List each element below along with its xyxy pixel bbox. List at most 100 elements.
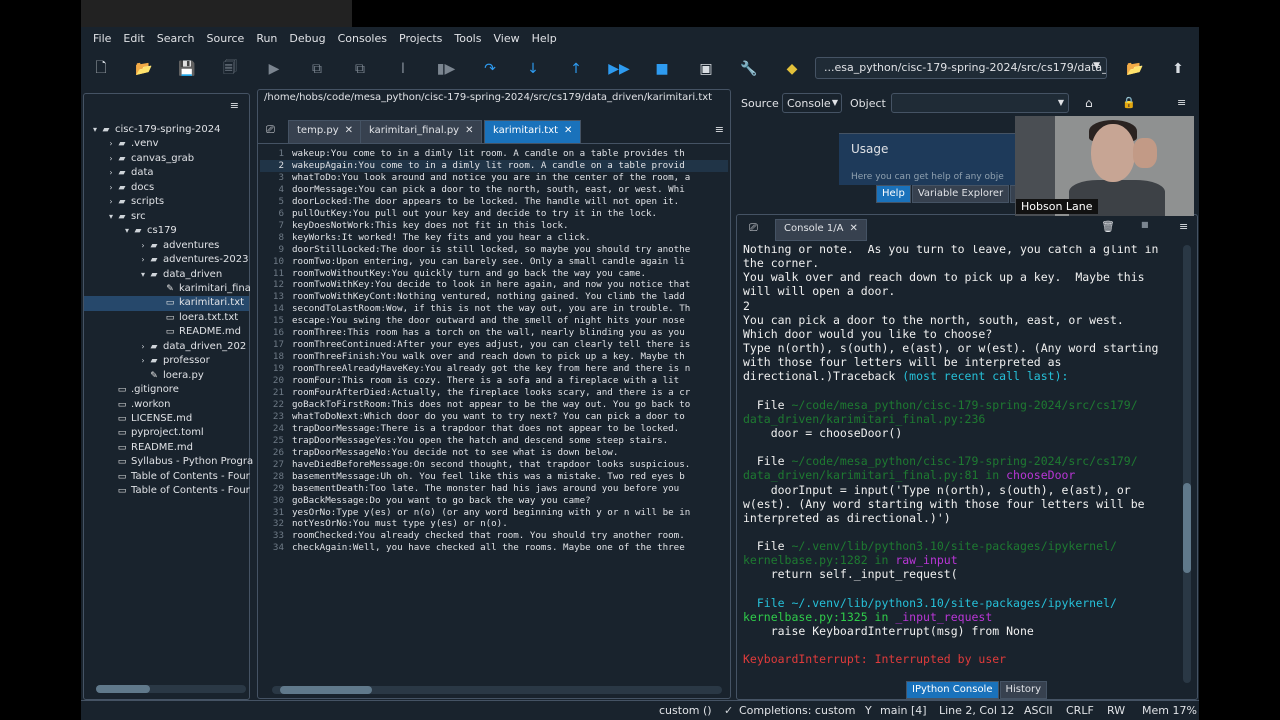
tab-ipython-console[interactable]: IPython Console xyxy=(906,681,999,699)
tree-item[interactable]: › ▰ docs xyxy=(84,181,249,195)
tree-item[interactable]: › ▰ canvas_grab xyxy=(84,152,249,166)
lock-icon[interactable]: 🔒 xyxy=(1122,96,1136,109)
tree-item[interactable]: › ▰ .venv xyxy=(84,137,249,151)
tab-variable-explorer[interactable]: Variable Explorer xyxy=(911,185,1010,203)
chevron-icon[interactable]: › xyxy=(106,181,116,195)
browse-tabs-icon[interactable]: ⎚ xyxy=(749,221,758,235)
maximize-pane-icon[interactable]: ▣ xyxy=(695,58,717,80)
object-input[interactable]: ▼ xyxy=(891,93,1069,113)
chevron-icon[interactable]: ▾ xyxy=(106,210,116,224)
folder-icon: ▰ xyxy=(118,197,126,208)
open-file-icon[interactable]: 📂 xyxy=(133,58,155,80)
tree-item[interactable]: ▾ ▰ src xyxy=(84,210,249,224)
tree-item[interactable]: › ▰ professor xyxy=(84,354,249,368)
run-selection-icon[interactable]: I xyxy=(392,58,414,80)
menu-consoles[interactable]: Consoles xyxy=(332,32,393,45)
tree-item[interactable]: ▭ .workon xyxy=(84,398,249,412)
chevron-icon[interactable]: › xyxy=(138,239,148,253)
chevron-icon[interactable]: › xyxy=(106,137,116,151)
debug-icon[interactable]: ▮▶ xyxy=(435,58,457,80)
tree-item[interactable]: › ▰ scripts xyxy=(84,195,249,209)
editor-hscrollbar[interactable] xyxy=(272,686,722,694)
chevron-icon[interactable]: › xyxy=(106,166,116,180)
menu-source[interactable]: Source xyxy=(201,32,251,45)
browse-tabs-icon[interactable]: ⎚ xyxy=(266,123,275,137)
tab-console-1a[interactable]: Console 1/A ✕ xyxy=(775,219,867,241)
menu-file[interactable]: File xyxy=(87,32,117,45)
pane-menu-icon[interactable]: ≡ xyxy=(1177,96,1186,109)
tree-item[interactable]: › ▰ data xyxy=(84,166,249,180)
chevron-icon[interactable]: › xyxy=(138,340,148,354)
continue-icon[interactable]: ▶▶ xyxy=(608,58,630,80)
python-path-icon[interactable]: ◆ xyxy=(781,58,803,80)
console-output[interactable]: Nothing or note. As you turn to leave, y… xyxy=(743,245,1183,683)
tree-item[interactable]: ▭ Table of Contents - Four xyxy=(84,470,250,484)
editor-options-icon[interactable]: ≡ xyxy=(715,123,724,136)
chevron-icon[interactable]: ▾ xyxy=(90,123,100,137)
menu-edit[interactable]: Edit xyxy=(117,32,150,45)
tab-history[interactable]: History xyxy=(999,681,1048,699)
tab-karimitari-txt[interactable]: karimitari.txt ✕ xyxy=(484,120,582,143)
browse-folder-icon[interactable]: 📂 xyxy=(1124,58,1146,80)
files-hscrollbar[interactable] xyxy=(96,685,246,693)
preferences-wrench-icon[interactable]: 🔧 xyxy=(738,58,760,80)
run-icon[interactable]: ▶ xyxy=(263,58,285,80)
save-all-icon[interactable]: 🗐 xyxy=(219,58,241,80)
chevron-icon[interactable]: ▾ xyxy=(138,268,148,282)
chevron-icon[interactable]: › xyxy=(138,253,148,267)
tree-item[interactable]: ▭ pyproject.toml xyxy=(84,426,249,440)
code-area[interactable]: 1 wakeup:You come to in a dimly lit room.… xyxy=(260,148,728,683)
close-icon[interactable]: ✕ xyxy=(564,125,572,136)
tree-item[interactable]: ▭ Table of Contents - Four xyxy=(84,484,250,498)
tree-item[interactable]: ▭ karimitari.txt xyxy=(84,296,249,311)
chevron-icon[interactable]: › xyxy=(106,152,116,166)
tree-item[interactable]: ✎ loera.py xyxy=(84,369,249,383)
close-icon[interactable]: ✕ xyxy=(345,125,353,136)
pane-menu-icon[interactable]: ≡ xyxy=(230,99,239,112)
interrupt-kernel-icon[interactable]: ■ xyxy=(1141,220,1149,229)
source-select[interactable]: Console ▼ xyxy=(782,93,842,113)
working-directory-combo[interactable]: ...esa_python/cisc-179-spring-2024/src/c… xyxy=(815,57,1107,79)
step-return-icon[interactable]: ↑ xyxy=(565,58,587,80)
tree-item[interactable]: ✎ karimitari_fina xyxy=(84,282,251,296)
tree-item[interactable]: ▭ .gitignore xyxy=(84,383,249,397)
tree-item[interactable]: ▭ LICENSE.md xyxy=(84,412,249,426)
menu-tools[interactable]: Tools xyxy=(448,32,487,45)
close-icon[interactable]: ✕ xyxy=(465,125,473,136)
tree-item[interactable]: › ▰ adventures-2023 xyxy=(84,253,249,267)
close-icon[interactable]: ✕ xyxy=(849,223,857,234)
chevron-icon[interactable]: ▾ xyxy=(122,224,132,238)
save-icon[interactable]: 💾 xyxy=(176,58,198,80)
tree-item[interactable]: ▾ ▰ cisc-179-spring-2024 xyxy=(84,123,249,137)
chevron-icon[interactable]: › xyxy=(106,195,116,209)
menu-projects[interactable]: Projects xyxy=(393,32,448,45)
tab-karimitari-final-py[interactable]: karimitari_final.py ✕ xyxy=(360,120,483,143)
tree-item[interactable]: ▭ Syllabus - Python Progra xyxy=(84,455,253,469)
menu-help[interactable]: Help xyxy=(526,32,563,45)
menu-debug[interactable]: Debug xyxy=(283,32,331,45)
tree-item[interactable]: ▾ ▰ cs179 xyxy=(84,224,249,238)
tree-item[interactable]: ▭ loera.txt.txt xyxy=(84,311,249,325)
menu-run[interactable]: Run xyxy=(250,32,283,45)
tree-item[interactable]: ▭ README.md xyxy=(84,441,249,455)
step-over-icon[interactable]: ↷ xyxy=(479,58,501,80)
tree-item[interactable]: ▾ ▰ data_driven xyxy=(84,268,249,282)
console-vscrollbar[interactable] xyxy=(1183,245,1191,683)
tree-item[interactable]: ▭ README.md xyxy=(84,325,249,339)
tab-help[interactable]: Help xyxy=(876,185,911,203)
new-file-icon[interactable]: 🗋 xyxy=(90,58,112,80)
home-icon[interactable]: ⌂ xyxy=(1085,96,1093,110)
tree-item[interactable]: › ▰ adventures xyxy=(84,239,249,253)
clear-console-icon[interactable]: 🗑 xyxy=(1101,220,1115,233)
chevron-icon[interactable]: › xyxy=(138,354,148,368)
run-cell-advance-icon[interactable]: ⧉ xyxy=(349,58,371,80)
stop-icon[interactable]: ■ xyxy=(651,58,673,80)
menu-view[interactable]: View xyxy=(487,32,525,45)
tree-item[interactable]: › ▰ data_driven_202 xyxy=(84,340,249,354)
step-into-icon[interactable]: ↓ xyxy=(522,58,544,80)
parent-directory-icon[interactable]: ⬆ xyxy=(1167,58,1189,80)
pane-menu-icon[interactable]: ≡ xyxy=(1179,220,1188,233)
run-cell-icon[interactable]: ⧉ xyxy=(306,58,328,80)
menu-search[interactable]: Search xyxy=(151,32,201,45)
tab-temp-py[interactable]: temp.py ✕ xyxy=(288,120,362,143)
